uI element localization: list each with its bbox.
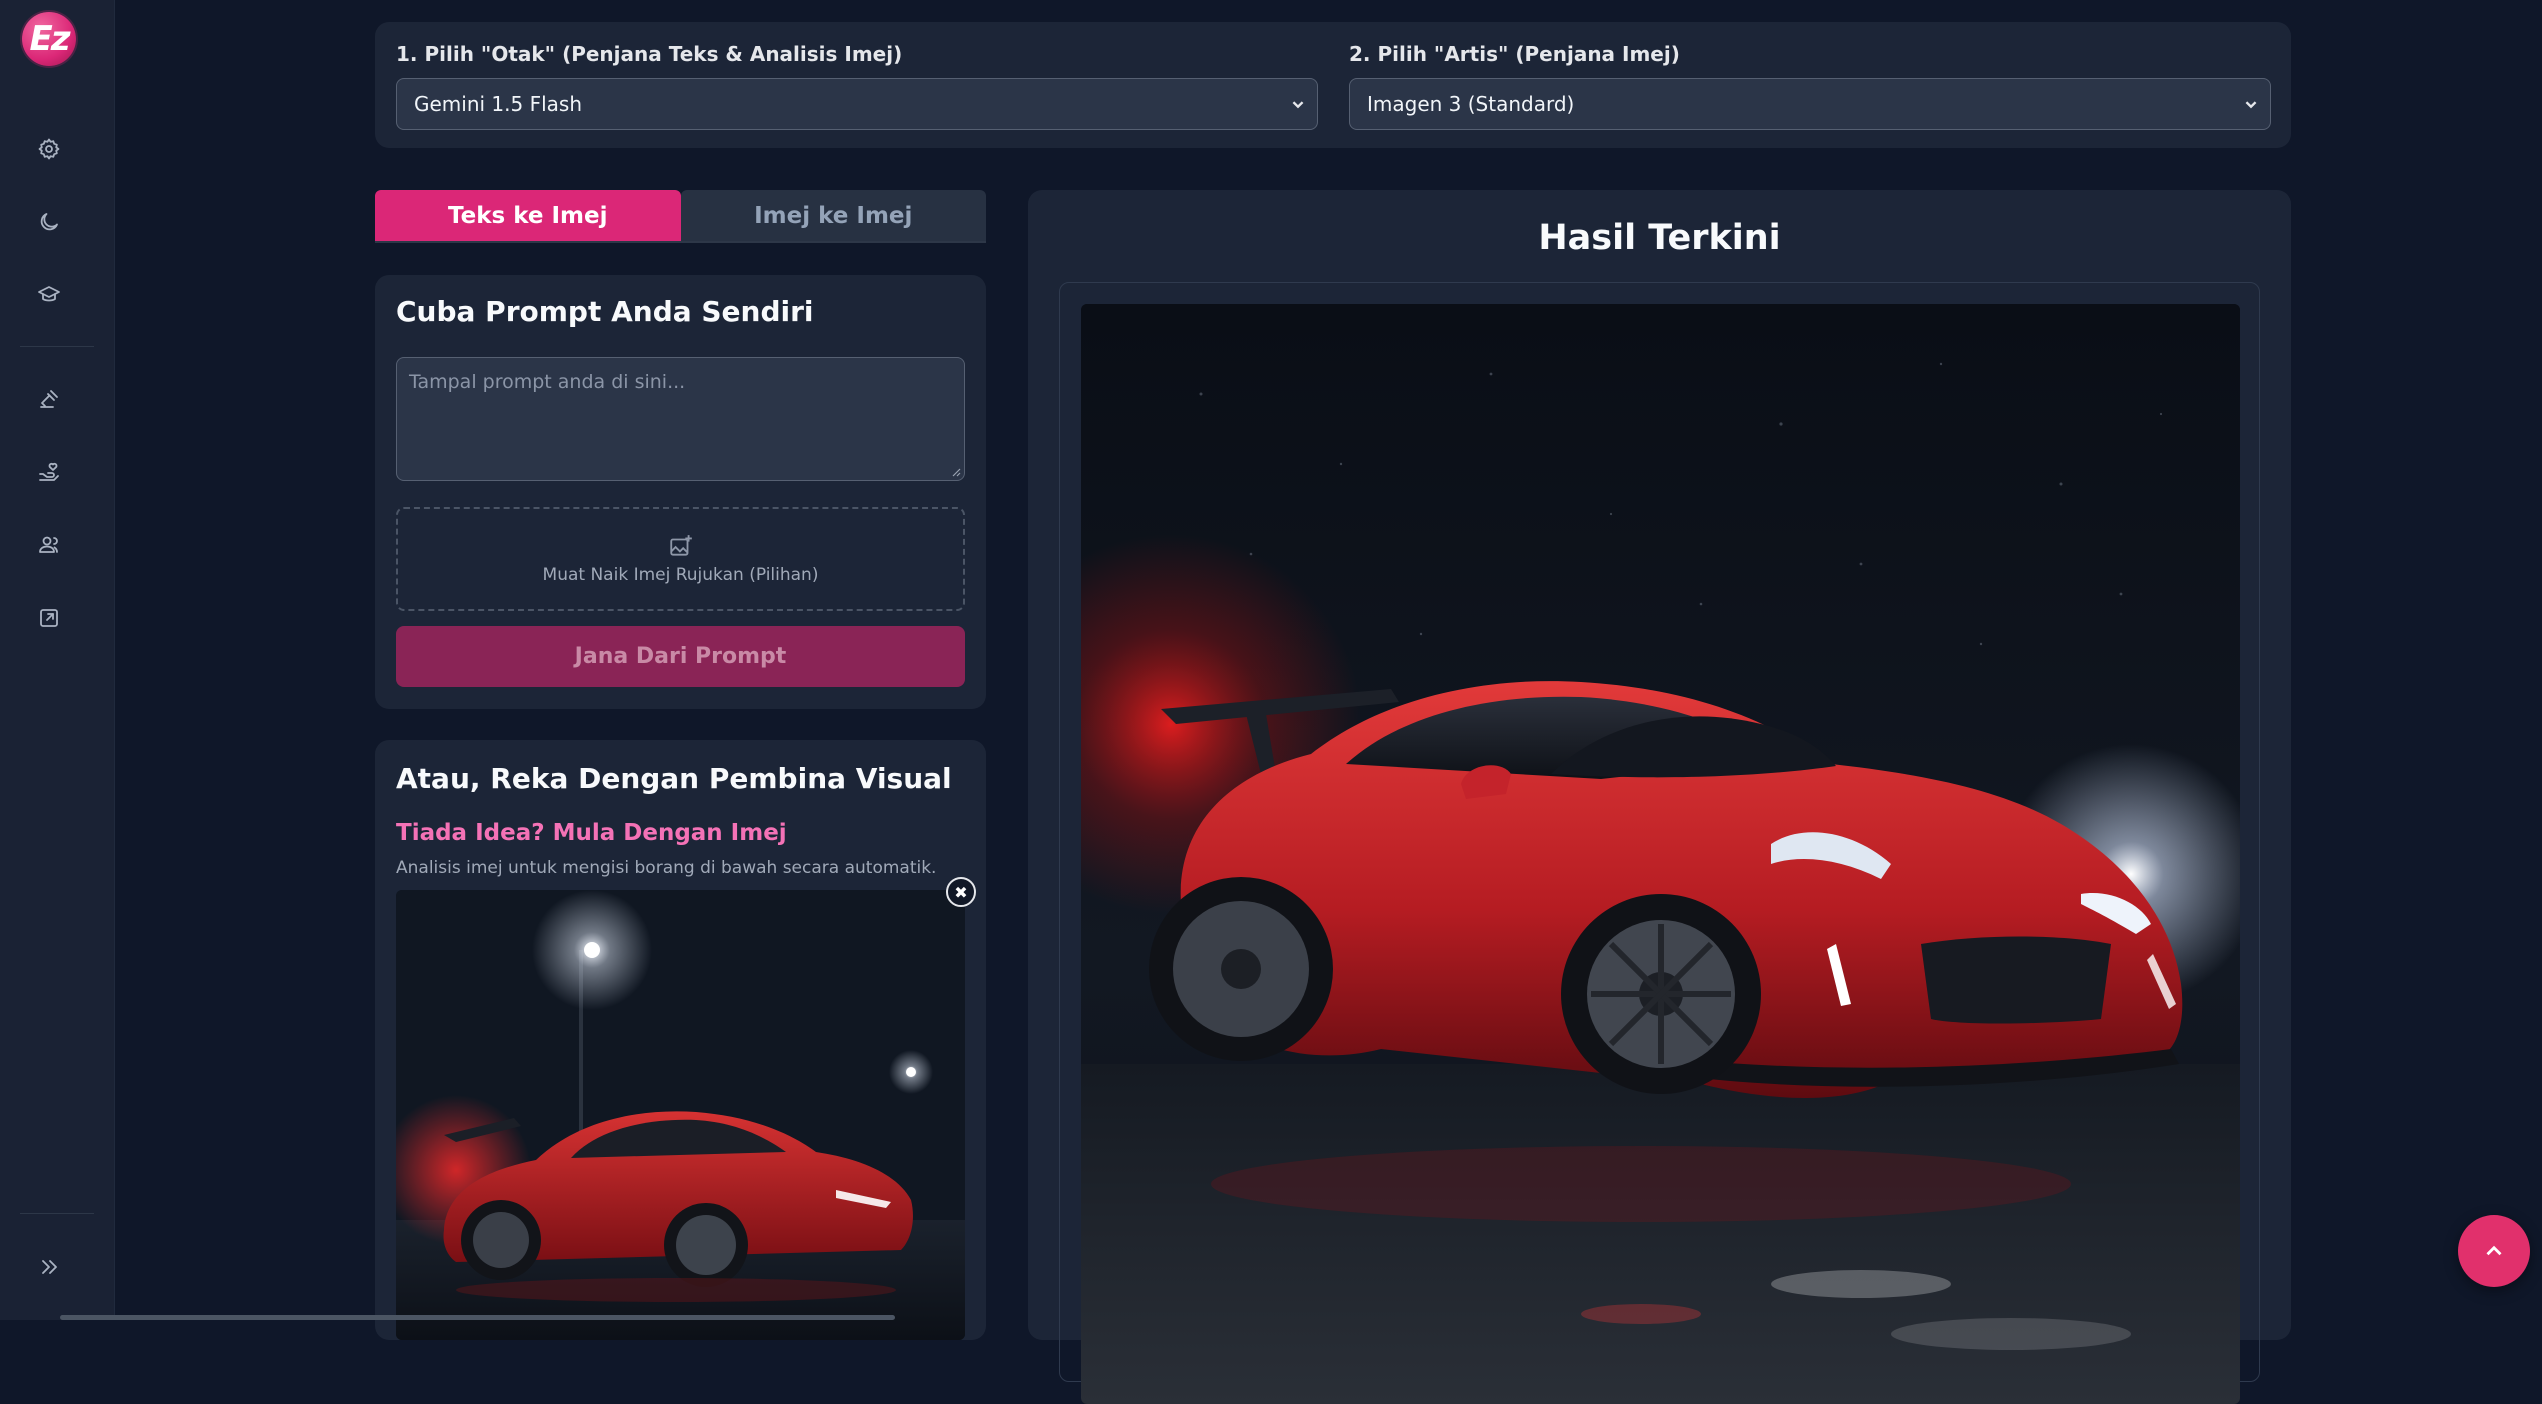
sidebar: Ez <box>0 0 115 1320</box>
brain-model-group: 1. Pilih "Otak" (Penjana Teks & Analisis… <box>396 42 1318 130</box>
generated-image[interactable] <box>1081 304 2240 1404</box>
brain-model-label: 1. Pilih "Otak" (Penjana Teks & Analisis… <box>396 42 903 66</box>
result-card: Hasil Terkini <box>1028 190 2291 1404</box>
result-title: Hasil Terkini <box>1538 218 1781 258</box>
no-idea-subtitle: Tiada Idea? Mula Dengan Imej <box>396 820 787 846</box>
chevron-down-icon <box>2240 93 2262 115</box>
user-group-icon[interactable] <box>33 529 65 561</box>
moon-icon[interactable] <box>33 206 65 238</box>
upload-label: Muat Naik Imej Rujukan (Pilihan) <box>542 565 819 585</box>
brain-model-select[interactable]: Gemini 1.5 Flash <box>396 78 1318 130</box>
mode-tabs: Teks ke Imej Imej ke Imej <box>375 190 986 243</box>
result-frame <box>1059 282 2260 1404</box>
analyze-description: Analisis imej untuk mengisi borang di ba… <box>396 858 937 878</box>
chevron-down-icon <box>1287 93 1309 115</box>
external-link-icon[interactable] <box>33 602 65 634</box>
prompt-input[interactable]: Tampal prompt anda di sini... <box>396 357 965 481</box>
tab-text-to-image[interactable]: Teks ke Imej <box>375 190 681 241</box>
artist-model-value: Imagen 3 (Standard) <box>1367 92 1575 116</box>
uploaded-reference-image <box>396 890 965 1340</box>
sidebar-divider <box>20 346 94 347</box>
tab-image-to-image[interactable]: Imej ke Imej <box>680 190 986 241</box>
prompt-card: Cuba Prompt Anda Sendiri Tampal prompt a… <box>375 275 986 709</box>
chevrons-right-icon[interactable] <box>33 1251 65 1283</box>
artist-model-label: 2. Pilih "Artis" (Penjana Imej) <box>1349 42 1680 66</box>
visual-builder-title: Atau, Reka Dengan Pembina Visual <box>396 762 952 795</box>
scroll-to-top-button[interactable] <box>2458 1215 2530 1287</box>
app-logo[interactable]: Ez <box>22 12 76 66</box>
settings-icon[interactable] <box>33 133 65 165</box>
artist-model-group: 2. Pilih "Artis" (Penjana Imej) Imagen 3… <box>1349 42 2271 130</box>
horizontal-scrollbar[interactable] <box>60 1315 895 1320</box>
prompt-card-title: Cuba Prompt Anda Sendiri <box>396 295 814 328</box>
artist-model-select[interactable]: Imagen 3 (Standard) <box>1349 78 2271 130</box>
gavel-icon[interactable] <box>33 383 65 415</box>
close-image-button[interactable]: ✖ <box>946 877 976 907</box>
resize-grip-icon[interactable] <box>951 467 961 477</box>
reference-image-upload[interactable]: Muat Naik Imej Rujukan (Pilihan) <box>396 507 965 611</box>
graduation-cap-icon[interactable] <box>33 279 65 311</box>
image-upload-icon <box>669 535 692 556</box>
sidebar-divider-bottom <box>20 1213 94 1214</box>
chevron-up-icon <box>2486 1245 2502 1256</box>
hand-heart-icon[interactable] <box>33 456 65 488</box>
brain-model-value: Gemini 1.5 Flash <box>414 92 583 116</box>
model-selector-panel: 1. Pilih "Otak" (Penjana Teks & Analisis… <box>375 22 2291 148</box>
generate-from-prompt-button[interactable]: Jana Dari Prompt <box>396 626 965 687</box>
visual-builder-card: Atau, Reka Dengan Pembina Visual Tiada I… <box>375 740 986 1340</box>
